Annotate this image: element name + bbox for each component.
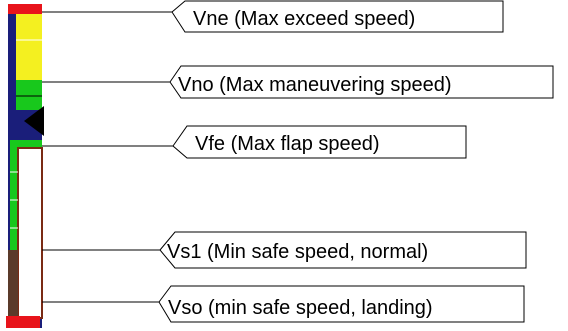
- yellow-caution-arc: [16, 14, 42, 80]
- callout-vno: Vno (Max maneuvering speed): [42, 65, 554, 99]
- callout-vs1: Vs1 (Min safe speed, normal): [42, 231, 527, 269]
- white-arc: [17, 147, 43, 319]
- red-band-top: [8, 4, 42, 14]
- callout-vso: Vso (min safe speed, landing): [42, 285, 525, 323]
- callout-vso-label: Vso (min safe speed, landing): [168, 297, 433, 319]
- callout-vfe: Vfe (Max flap speed): [42, 125, 467, 159]
- red-band-bottom: [6, 316, 40, 328]
- dark-strip-lower: [8, 250, 18, 318]
- airspeed-tape-diagram: Vne (Max exceed speed) Vno (Max maneuver…: [6, 0, 554, 328]
- callout-vne: Vne (Max exceed speed): [42, 0, 504, 33]
- green-arc-upper: [16, 80, 42, 110]
- callout-vs1-label: Vs1 (Min safe speed, normal): [167, 241, 428, 263]
- callout-vfe-label: Vfe (Max flap speed): [195, 133, 380, 155]
- callout-vne-label: Vne (Max exceed speed): [193, 8, 415, 30]
- callout-vno-label: Vno (Max maneuvering speed): [178, 74, 451, 96]
- airspeed-tape: [6, 4, 44, 328]
